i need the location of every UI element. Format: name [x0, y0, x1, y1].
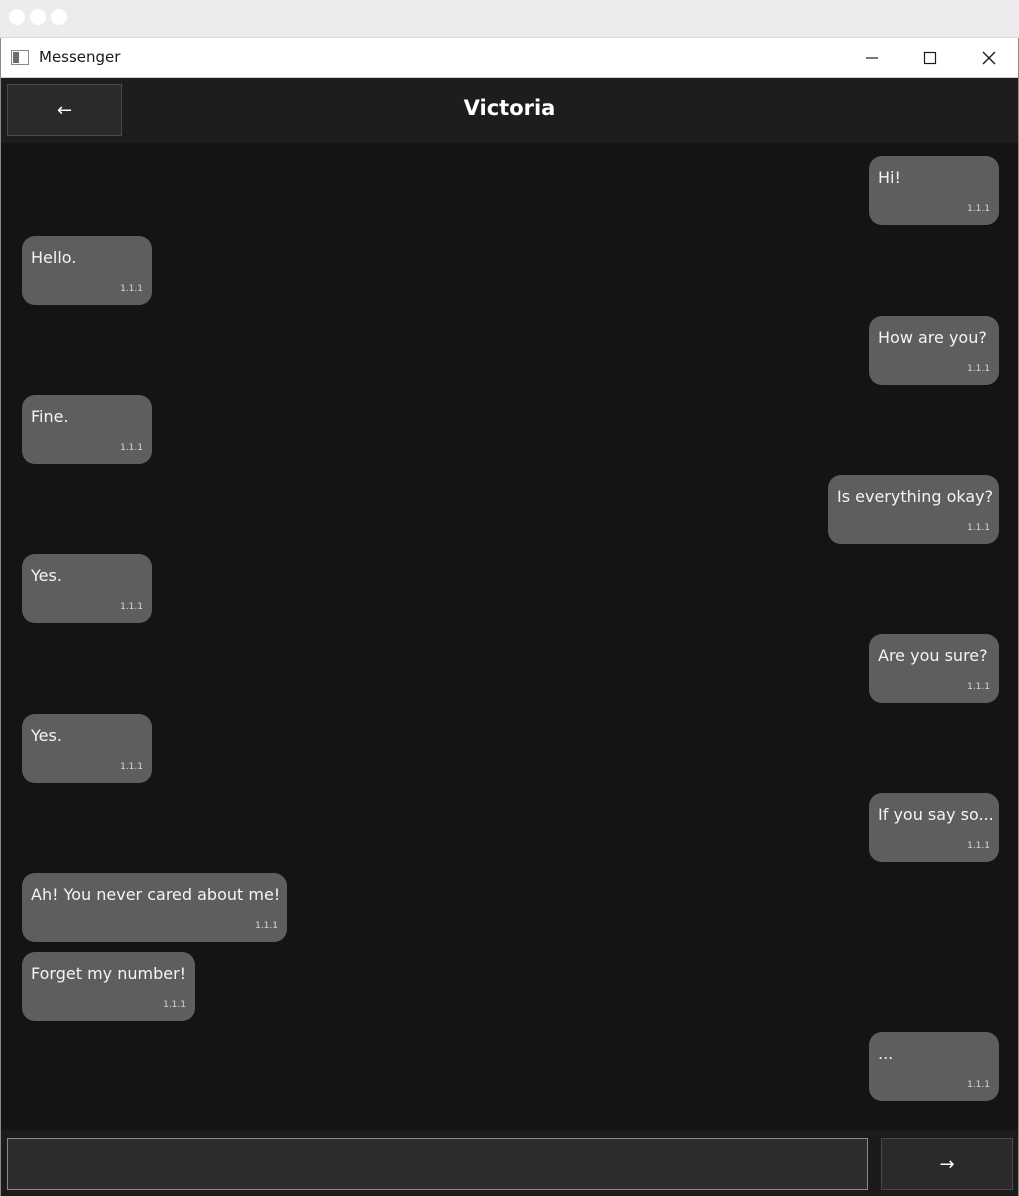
message-text: Are you sure?: [878, 646, 988, 665]
message-time: 1.1.1: [120, 284, 143, 294]
composer-bar: →: [1, 1130, 1018, 1196]
minimize-icon: [866, 57, 878, 59]
message-time: 1.1.1: [967, 841, 990, 851]
message-time: 1.1.1: [120, 443, 143, 453]
title-bar: Messenger: [1, 38, 1018, 78]
message-bubble: Hello. 1.1.1: [22, 236, 152, 305]
message-time: 1.1.1: [120, 762, 143, 772]
message-time: 1.1.1: [120, 602, 143, 612]
message-input[interactable]: [7, 1138, 868, 1190]
window-title: Messenger: [39, 48, 121, 66]
window-dot-3[interactable]: [51, 9, 67, 25]
message-text: Yes.: [31, 566, 62, 585]
message-bubble: Hi! 1.1.1: [869, 156, 999, 225]
contact-name: Victoria: [463, 96, 556, 120]
message-text: Forget my number!: [31, 964, 187, 983]
message-bubble: Yes. 1.1.1: [22, 554, 152, 623]
app-icon: [11, 50, 29, 65]
message-text: ...: [878, 1044, 894, 1063]
message-bubble: Yes. 1.1.1: [22, 714, 152, 783]
message-text: Fine.: [31, 407, 69, 426]
send-button[interactable]: →: [881, 1138, 1013, 1190]
minimize-button[interactable]: [843, 38, 901, 78]
browser-chrome: [0, 0, 1019, 38]
message-time: 1.1.1: [967, 523, 990, 533]
close-button[interactable]: [960, 38, 1018, 78]
message-text: Yes.: [31, 726, 62, 745]
window-dot-1[interactable]: [9, 9, 25, 25]
message-text: Ah! You never cared about me!: [31, 885, 281, 904]
maximize-button[interactable]: [901, 38, 959, 78]
message-text: How are you?: [878, 328, 987, 347]
message-text: Is everything okay?: [837, 487, 994, 506]
send-arrow-icon: →: [939, 1153, 955, 1175]
message-bubble: Are you sure? 1.1.1: [869, 634, 999, 703]
message-text: Hi!: [878, 168, 901, 187]
messenger-window: Messenger ← Victoria Hi! 1.1.1 Hello. 1.…: [0, 38, 1019, 1196]
window-dot-2[interactable]: [30, 9, 46, 25]
message-bubble: Is everything okay? 1.1.1: [828, 475, 999, 544]
message-text: If you say so...: [878, 805, 994, 824]
message-time: 1.1.1: [967, 364, 990, 374]
message-time: 1.1.1: [967, 204, 990, 214]
message-bubble: If you say so... 1.1.1: [869, 793, 999, 862]
message-bubble: How are you? 1.1.1: [869, 316, 999, 385]
close-icon: [982, 51, 996, 65]
message-time: 1.1.1: [967, 1080, 990, 1090]
message-time: 1.1.1: [255, 921, 278, 931]
message-bubble: Ah! You never cared about me! 1.1.1: [22, 873, 287, 942]
message-bubble: Forget my number! 1.1.1: [22, 952, 195, 1021]
message-bubble: ... 1.1.1: [869, 1032, 999, 1101]
maximize-icon: [923, 51, 937, 65]
message-time: 1.1.1: [967, 682, 990, 692]
message-list[interactable]: Hi! 1.1.1 Hello. 1.1.1 How are you? 1.1.…: [1, 142, 1018, 1130]
message-time: 1.1.1: [163, 1000, 186, 1010]
message-bubble: Fine. 1.1.1: [22, 395, 152, 464]
message-text: Hello.: [31, 248, 77, 267]
chat-header: ← Victoria: [1, 78, 1018, 142]
